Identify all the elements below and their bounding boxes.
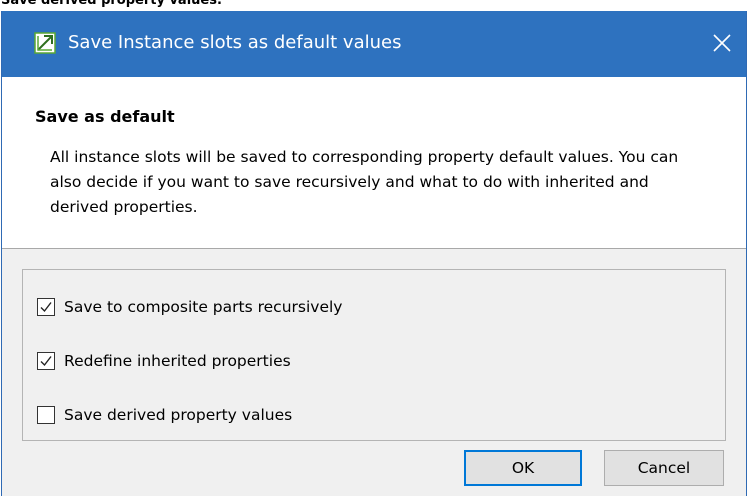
checkbox-save-recursively[interactable]	[37, 298, 55, 316]
close-icon	[713, 34, 731, 52]
option-label: Save to composite parts recursively	[64, 298, 343, 316]
checkmark-icon	[40, 302, 52, 313]
option-redefine-inherited[interactable]: Redefine inherited properties	[37, 350, 291, 372]
option-label: Save derived property values	[64, 406, 293, 424]
save-default-values-dialog: Save Instance slots as default values Sa…	[1, 11, 747, 496]
checkbox-save-derived[interactable]	[37, 406, 55, 424]
cancel-button[interactable]: Cancel	[604, 450, 724, 486]
option-save-derived[interactable]: Save derived property values	[37, 404, 292, 426]
close-button[interactable]	[698, 11, 746, 77]
page-caption: Save derived property values.	[1, 0, 222, 8]
checkmark-icon	[40, 356, 52, 367]
option-save-recursively[interactable]: Save to composite parts recursively	[37, 296, 342, 318]
dialog-title: Save Instance slots as default values	[68, 32, 402, 53]
options-group: Save to composite parts recursively Rede…	[22, 269, 726, 441]
dialog-titlebar: Save Instance slots as default values	[2, 11, 746, 77]
header-title: Save as default	[35, 107, 175, 126]
dialog-header-panel: Save as default All instance slots will …	[2, 77, 746, 249]
checkbox-redefine-inherited[interactable]	[37, 352, 55, 370]
app-dialog-icon	[34, 32, 56, 54]
ok-button[interactable]: OK	[464, 450, 582, 486]
header-description: All instance slots will be saved to corr…	[50, 148, 679, 216]
option-label: Redefine inherited properties	[64, 352, 291, 370]
